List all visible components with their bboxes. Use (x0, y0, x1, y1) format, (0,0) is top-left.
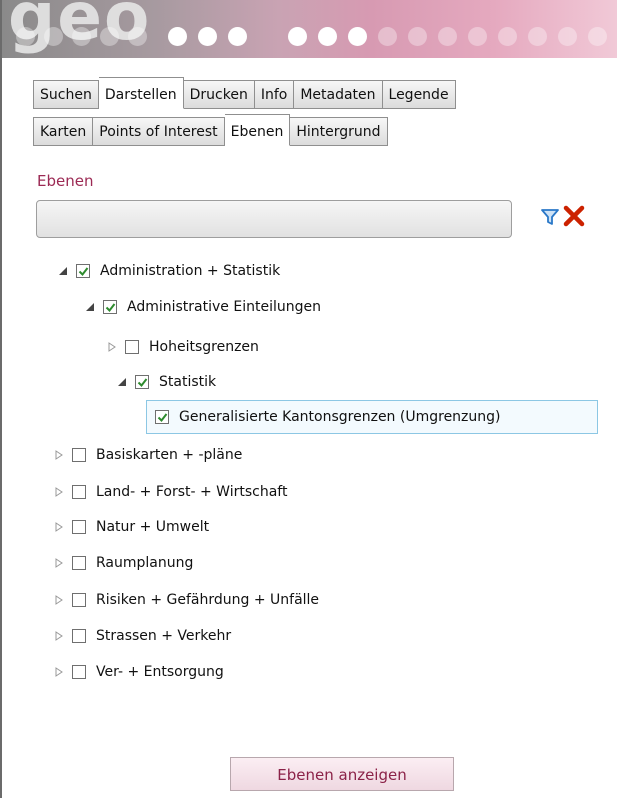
tree-node-generalisierte-kantonsgrenzen[interactable]: Generalisierte Kantonsgrenzen (Umgrenzun… (155, 406, 501, 428)
collapsed-triangle-icon[interactable] (105, 342, 119, 352)
collapsed-triangle-icon[interactable] (52, 450, 66, 460)
tree-node-label: Raumplanung (96, 555, 194, 571)
banner-dot (288, 27, 307, 46)
tree-node-natur-umwelt[interactable]: Natur + Umwelt (52, 516, 209, 538)
checkbox[interactable] (103, 300, 117, 314)
tree-node-label: Hoheitsgrenzen (149, 339, 259, 355)
checkbox[interactable] (76, 264, 90, 278)
banner-dot (378, 27, 397, 46)
show-layers-button[interactable]: Ebenen anzeigen (230, 757, 454, 791)
banner-dot (198, 27, 217, 46)
tree-node-label: Administrative Einteilungen (127, 299, 321, 315)
tab-info[interactable]: Info (254, 80, 295, 109)
tree-node-ver-entsorgung[interactable]: Ver- + Entsorgung (52, 661, 224, 683)
tree-node-administration[interactable]: Administration + Statistik (56, 260, 280, 282)
clear-icon[interactable] (563, 205, 585, 227)
banner-dot (348, 27, 367, 46)
tab-ebenen[interactable]: Ebenen (224, 114, 291, 146)
tab-suchen[interactable]: Suchen (33, 80, 99, 109)
collapsed-triangle-icon[interactable] (52, 487, 66, 497)
sub-tabs: Karten Points of Interest Ebenen Hinterg… (33, 114, 388, 146)
collapsed-triangle-icon[interactable] (52, 522, 66, 532)
tree-node-label: Ver- + Entsorgung (96, 664, 224, 680)
banner-dot (318, 27, 337, 46)
banner-dot (44, 27, 63, 46)
tree-node-hoheitsgrenzen[interactable]: Hoheitsgrenzen (105, 336, 259, 358)
tree-node-statistik[interactable]: Statistik (115, 371, 216, 393)
tab-metadaten[interactable]: Metadaten (294, 80, 383, 109)
banner-dot (168, 27, 187, 46)
expanded-triangle-icon[interactable] (83, 303, 97, 311)
banner-dot (438, 27, 457, 46)
tree-node-label: Natur + Umwelt (96, 519, 210, 535)
banner-dots (8, 27, 617, 51)
checkbox[interactable] (135, 375, 149, 389)
banner-dot (468, 27, 487, 46)
tab-karten[interactable]: Karten (33, 117, 94, 146)
checkbox[interactable] (72, 665, 86, 679)
banner-dot (16, 27, 35, 46)
tab-points-of-interest[interactable]: Points of Interest (93, 117, 225, 146)
expanded-triangle-icon[interactable] (56, 267, 70, 275)
left-border (0, 0, 2, 798)
tree-node-label: Strassen + Verkehr (96, 628, 232, 644)
tree-node-label: Generalisierte Kantonsgrenzen (Umgrenzun… (179, 409, 501, 425)
checkbox[interactable] (155, 410, 169, 424)
tree-node-label: Risiken + Gefährdung + Unfälle (96, 592, 320, 608)
tab-legende[interactable]: Legende (382, 80, 456, 109)
banner-dot (408, 27, 427, 46)
checkbox[interactable] (72, 520, 86, 534)
tree-node-raumplanung[interactable]: Raumplanung (52, 552, 193, 574)
banner-dot (128, 27, 147, 46)
checkbox[interactable] (72, 485, 86, 499)
collapsed-triangle-icon[interactable] (52, 558, 66, 568)
banner-dot (228, 27, 247, 46)
collapsed-triangle-icon[interactable] (52, 595, 66, 605)
tree-node-land-forst-wirtschaft[interactable]: Land- + Forst- + Wirtschaft (52, 481, 287, 503)
tree-node-label: Administration + Statistik (100, 263, 281, 279)
tree-node-risiken[interactable]: Risiken + Gefährdung + Unfälle (52, 589, 319, 611)
banner-dot (558, 27, 577, 46)
collapsed-triangle-icon[interactable] (52, 667, 66, 677)
banner-dot (72, 27, 91, 46)
checkbox[interactable] (72, 556, 86, 570)
main-tabs: Suchen Darstellen Drucken Info Metadaten… (33, 77, 456, 109)
tree-node-administrative-einteilungen[interactable]: Administrative Einteilungen (83, 296, 321, 318)
tab-hintergrund[interactable]: Hintergrund (290, 117, 388, 146)
section-title: Ebenen (37, 172, 94, 190)
tree-node-basiskarten[interactable]: Basiskarten + -pläne (52, 444, 242, 466)
checkbox[interactable] (72, 448, 86, 462)
tab-drucken[interactable]: Drucken (183, 80, 255, 109)
header-banner: geo (2, 0, 617, 58)
banner-dot (588, 27, 607, 46)
layer-filter-input[interactable] (36, 200, 512, 238)
checkbox[interactable] (125, 340, 139, 354)
tree-node-label: Basiskarten + -pläne (96, 447, 243, 463)
tab-darstellen[interactable]: Darstellen (98, 77, 184, 109)
banner-dot (498, 27, 517, 46)
collapsed-triangle-icon[interactable] (52, 631, 66, 641)
tree-node-label: Statistik (159, 374, 217, 390)
tree-node-strassen-verkehr[interactable]: Strassen + Verkehr (52, 625, 231, 647)
banner-dot (100, 27, 119, 46)
expanded-triangle-icon[interactable] (115, 378, 129, 386)
filter-icon[interactable] (541, 208, 559, 226)
checkbox[interactable] (72, 629, 86, 643)
checkbox[interactable] (72, 593, 86, 607)
banner-dot (528, 27, 547, 46)
tree-node-label: Land- + Forst- + Wirtschaft (96, 484, 288, 500)
